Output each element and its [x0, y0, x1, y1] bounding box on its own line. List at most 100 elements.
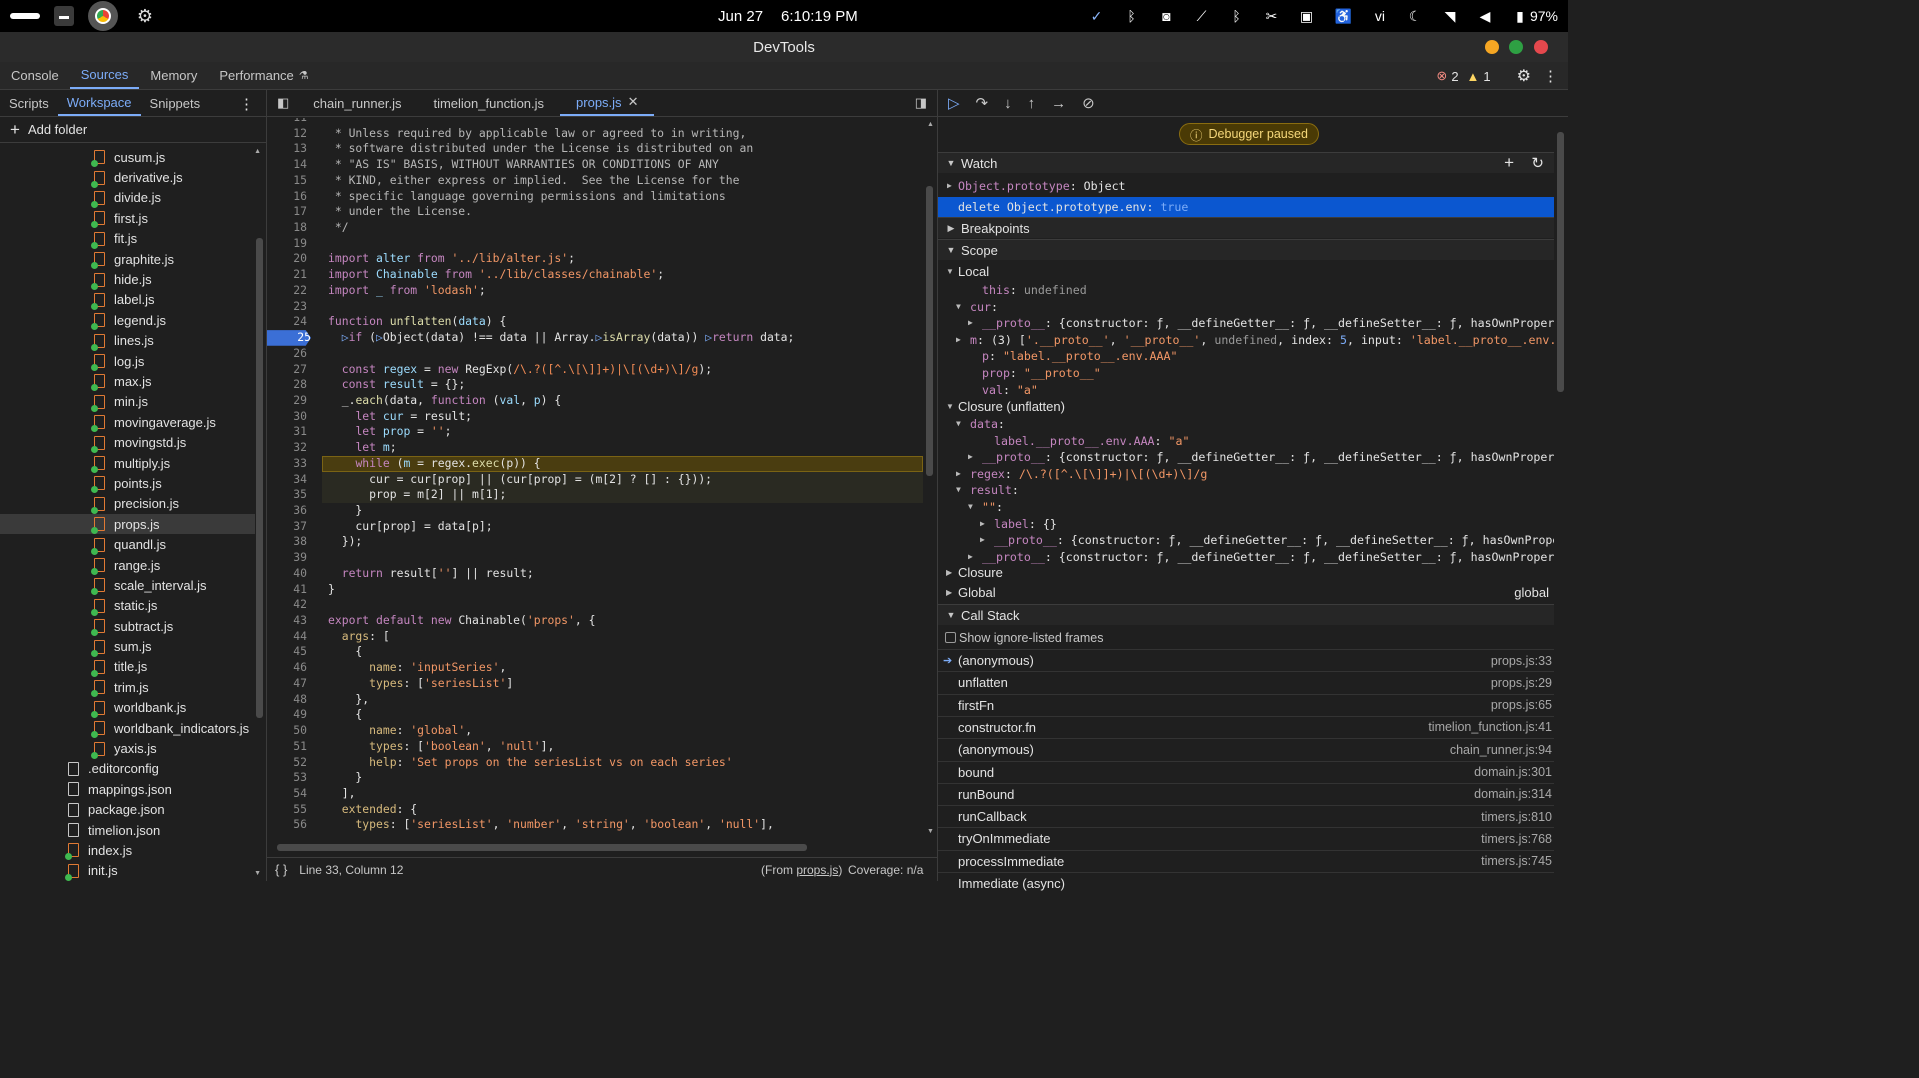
code-line[interactable]: 30 let cur = result;: [267, 409, 923, 425]
line-number[interactable]: 11: [267, 118, 307, 126]
line-number[interactable]: 27: [267, 362, 307, 378]
code-line[interactable]: 12 * Unless required by applicable law o…: [267, 126, 923, 142]
list-item[interactable]: hide.js: [0, 269, 255, 290]
call-frame[interactable]: processImmediate timers.js:745: [938, 849, 1554, 872]
bluetooth-icon[interactable]: ᛒ: [1230, 8, 1244, 24]
code-line[interactable]: 19: [267, 236, 923, 252]
expand-right-icon[interactable]: ▶: [947, 176, 952, 196]
line-number[interactable]: 20: [267, 251, 307, 267]
scope-property[interactable]: ▶ m: (3) ['.__proto__', '__proto__', unde…: [938, 332, 1554, 349]
activities-pill[interactable]: [10, 13, 40, 19]
code-line[interactable]: 16 * specific language governing permiss…: [267, 189, 923, 205]
scope-property[interactable]: ▶ __proto__: {constructor: ƒ, __defineGet…: [938, 549, 1554, 566]
breakpoints-section[interactable]: ▶ Breakpoints: [938, 217, 1554, 238]
code-line[interactable]: 27 const regex = new RegExp(/\.?([^.\[\]…: [267, 362, 923, 378]
line-number[interactable]: 12: [267, 126, 307, 142]
scroll-up-icon[interactable]: ▲: [254, 148, 261, 155]
call-frame[interactable]: (anonymous) chain_runner.js:94: [938, 738, 1554, 760]
list-item[interactable]: init.js: [0, 861, 255, 881]
code-lines[interactable]: 11 *12 * Unless required by applicable l…: [267, 118, 923, 840]
code-line[interactable]: 51 types: ['boolean', 'null'],: [267, 739, 923, 755]
code-line[interactable]: 29 _.each(data, function (val, p) {: [267, 393, 923, 409]
line-number[interactable]: 21: [267, 267, 307, 283]
line-number[interactable]: 31: [267, 424, 307, 440]
debugger-scrollbar[interactable]: [1555, 120, 1566, 875]
expand-right-icon[interactable]: ▶: [980, 532, 992, 549]
tab-timelion-function[interactable]: timelion_function.js: [417, 90, 560, 116]
line-number[interactable]: 15: [267, 173, 307, 189]
line-number[interactable]: 24: [267, 314, 307, 330]
code-line[interactable]: 18 */: [267, 220, 923, 236]
code-line[interactable]: 23: [267, 299, 923, 315]
list-item[interactable]: package.json: [0, 800, 255, 820]
frame-location[interactable]: props.js:29: [1491, 676, 1552, 690]
navigator-scrollbar[interactable]: [256, 238, 263, 718]
add-folder-button[interactable]: + Add folder: [0, 117, 266, 143]
list-item[interactable]: mappings.json: [0, 779, 255, 799]
code-line[interactable]: 52 help: 'Set props on the seriesList vs…: [267, 755, 923, 771]
scroll-down-icon[interactable]: ▼: [254, 870, 261, 877]
scope-property[interactable]: ▶ __proto__: {constructor: ƒ, __defineGet…: [938, 532, 1554, 549]
feather-icon[interactable]: ⟋: [1195, 8, 1209, 25]
deactivate-breakpoints-icon[interactable]: ⊘: [1082, 94, 1095, 112]
call-frame[interactable]: firstFn props.js:65: [938, 693, 1554, 716]
scope-property[interactable]: ▼ data:: [938, 416, 1554, 433]
scope-property[interactable]: p: "label.__proto__.env.AAA": [938, 348, 1554, 365]
plus-icon[interactable]: +: [1504, 153, 1514, 173]
frame-location[interactable]: chain_runner.js:94: [1450, 743, 1552, 757]
scope-local-header[interactable]: ▼ Local: [938, 264, 1554, 281]
line-number[interactable]: 33: [267, 456, 307, 472]
list-item[interactable]: cusum.js: [0, 147, 255, 168]
code-line[interactable]: 46 name: 'inputSeries',: [267, 660, 923, 676]
code-line[interactable]: 24 function unflatten(data) {: [267, 314, 923, 330]
code-line[interactable]: 54 ],: [267, 786, 923, 802]
list-item[interactable]: precision.js: [0, 494, 255, 514]
scope-property[interactable]: ▼ cur:: [938, 299, 1554, 316]
code-line[interactable]: 42: [267, 597, 923, 613]
tab-workspace[interactable]: Workspace: [57, 90, 141, 116]
list-item[interactable]: multiply.js: [0, 453, 255, 474]
call-frame[interactable]: Immediate (async): [938, 872, 1554, 894]
code-line[interactable]: 31 let prop = '';: [267, 424, 923, 440]
list-item[interactable]: log.js: [0, 351, 255, 372]
line-number[interactable]: 47: [267, 676, 307, 692]
line-number[interactable]: 34: [267, 472, 307, 488]
line-number[interactable]: 43: [267, 613, 307, 629]
line-number[interactable]: 22: [267, 283, 307, 299]
line-number[interactable]: 18: [267, 220, 307, 236]
call-frame[interactable]: bound domain.js:301: [938, 760, 1554, 783]
list-item[interactable]: .editorconfig: [0, 759, 255, 779]
tab-performance[interactable]: Performance ⚗: [208, 62, 319, 89]
watch-expression[interactable]: ▶ Object.prototype: Object: [938, 176, 1554, 196]
code-line[interactable]: 26: [267, 346, 923, 362]
code-line[interactable]: 37 cur[prop] = data[p];: [267, 519, 923, 535]
scope-section[interactable]: ▼ Scope: [938, 239, 1554, 260]
call-frame[interactable]: ➔ (anonymous) props.js:33: [938, 649, 1554, 671]
list-item[interactable]: quandl.js: [0, 534, 255, 555]
scope-property[interactable]: prop: "__proto__": [938, 365, 1554, 382]
line-number[interactable]: 48: [267, 692, 307, 708]
code-line[interactable]: 20 import alter from '../lib/alter.js';: [267, 251, 923, 267]
show-ignore-listed-toggle[interactable]: Show ignore-listed frames: [938, 628, 1554, 648]
scroll-thumb[interactable]: [926, 186, 933, 476]
list-item[interactable]: title.js: [0, 657, 255, 677]
line-number[interactable]: 44: [267, 629, 307, 645]
code-line[interactable]: 15 * KIND, either express or implied. Se…: [267, 173, 923, 189]
frame-location[interactable]: domain.js:301: [1474, 765, 1552, 779]
call-frame[interactable]: runBound domain.js:314: [938, 782, 1554, 805]
code-line[interactable]: 32 let m;: [267, 440, 923, 456]
scope-property[interactable]: ▶ __proto__: {constructor: ƒ, __defineGet…: [938, 449, 1554, 466]
gear-icon[interactable]: ⚙: [1517, 66, 1531, 86]
line-number[interactable]: 28: [267, 377, 307, 393]
line-number[interactable]: 52: [267, 755, 307, 771]
list-item[interactable]: first.js: [0, 208, 255, 229]
expand-right-icon[interactable]: ▶: [968, 549, 980, 566]
code-line[interactable]: 33 while (m = regex.exec(p)) {: [267, 455, 923, 472]
expand-right-icon[interactable]: ▶: [968, 315, 980, 332]
issues-counter[interactable]: ⊗ 2 ▲ 1: [1436, 68, 1490, 84]
line-number[interactable]: 35: [267, 487, 307, 503]
line-number[interactable]: 55: [267, 802, 307, 818]
step-icon[interactable]: →: [1051, 95, 1066, 112]
code-line[interactable]: 45 {: [267, 644, 923, 660]
list-item[interactable]: worldbank.js: [0, 698, 255, 718]
